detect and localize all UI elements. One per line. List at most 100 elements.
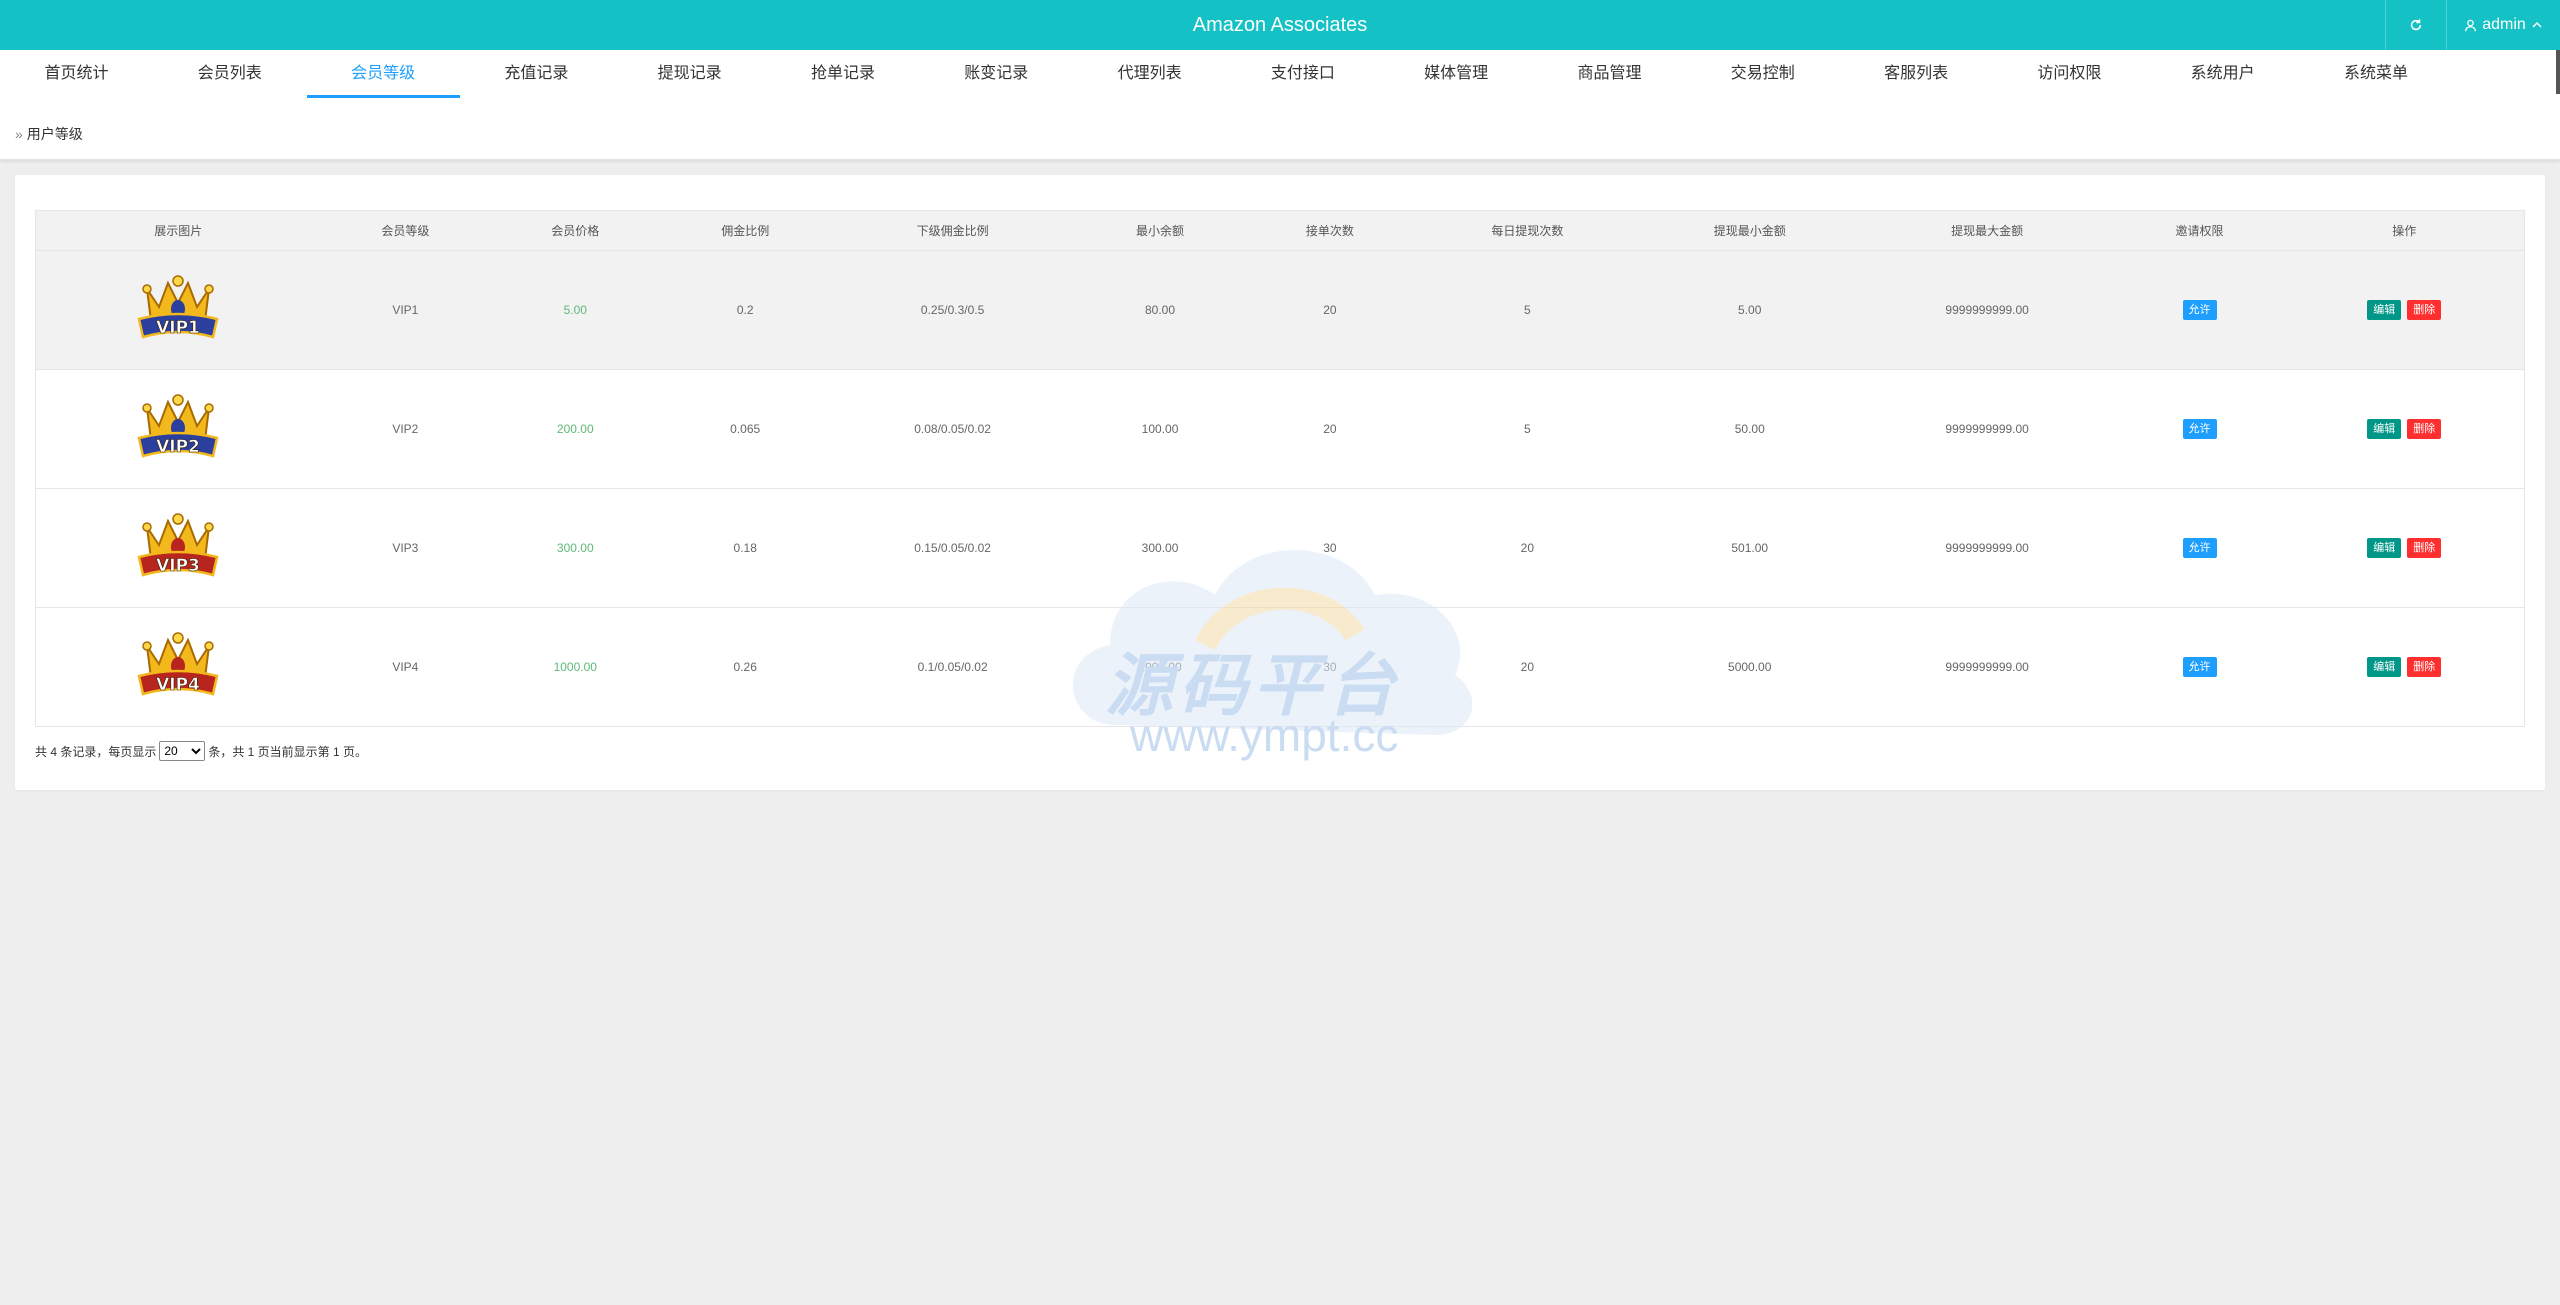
- invite-cell: 允许: [2114, 250, 2285, 370]
- edit-button[interactable]: 编辑: [2367, 657, 2402, 677]
- cell-withdraw-min: 50.00: [1639, 369, 1860, 489]
- vip-crown-badge-icon: VIP2: [133, 393, 223, 471]
- nav-item-6[interactable]: 账变记录: [920, 50, 1073, 98]
- svg-text:VIP3: VIP3: [156, 556, 200, 576]
- cell-min-balance: 100.00: [1075, 369, 1245, 489]
- badge-cell: VIP4: [35, 607, 321, 727]
- pager-suffix: 条，共 1 页当前显示第 1 页。: [208, 744, 368, 759]
- actions-cell: 编辑 删除: [2284, 250, 2525, 370]
- user-menu[interactable]: admin: [2446, 0, 2560, 50]
- refresh-icon: [2410, 19, 2421, 31]
- cell-orders: 30: [1244, 607, 1415, 727]
- column-header: 接单次数: [1244, 210, 1415, 251]
- column-header: 会员价格: [490, 210, 661, 251]
- nav-item-4[interactable]: 提现记录: [613, 50, 766, 98]
- nav-item-0[interactable]: 首页统计: [0, 50, 153, 98]
- column-header: 提现最小金额: [1639, 210, 1860, 251]
- nav-item-7[interactable]: 代理列表: [1073, 50, 1226, 98]
- cell-orders: 20: [1244, 369, 1415, 489]
- column-header: 展示图片: [35, 210, 321, 251]
- vip-crown-badge-icon: VIP4: [133, 631, 223, 709]
- invite-cell: 允许: [2114, 488, 2285, 608]
- nav-item-9[interactable]: 媒体管理: [1380, 50, 1533, 98]
- cell-sub-commission: 0.25/0.3/0.5: [830, 250, 1076, 370]
- nav-item-12[interactable]: 客服列表: [1840, 50, 1993, 98]
- table-row: VIP1 VIP1 5.00 0.2 0.25/0.3/0.5 80.00 20 5 5.00…: [35, 250, 2525, 370]
- nav-item-11[interactable]: 交易控制: [1686, 50, 1839, 98]
- edit-button[interactable]: 编辑: [2367, 419, 2402, 439]
- invite-allow-button[interactable]: 允许: [2182, 657, 2217, 677]
- pagination: 共 4 条记录，每页显示 20 条，共 1 页当前显示第 1 页。: [35, 741, 367, 761]
- cell-withdraw-max: 9999999999.00: [1859, 488, 2115, 608]
- cell-sub-commission: 0.08/0.05/0.02: [830, 369, 1076, 489]
- badge-cell: VIP1: [35, 250, 321, 370]
- page-size-select[interactable]: 20: [159, 741, 206, 761]
- user-name: admin: [2482, 16, 2526, 33]
- nav-item-14[interactable]: 系统用户: [2146, 50, 2299, 98]
- nav-item-8[interactable]: 支付接口: [1226, 50, 1379, 98]
- table-row: VIP3 VIP3 300.00 0.18 0.15/0.05/0.02 300.00 3…: [35, 488, 2525, 608]
- nav-item-13[interactable]: 访问权限: [1993, 50, 2146, 98]
- cell-withdraw-min: 5000.00: [1639, 607, 1860, 727]
- cell-min-balance: 1000.00: [1075, 607, 1245, 727]
- delete-button[interactable]: 删除: [2407, 300, 2442, 320]
- cell-commission: 0.065: [660, 369, 831, 489]
- breadcrumb-label: 用户等级: [26, 126, 83, 142]
- column-header: 每日提现次数: [1414, 210, 1640, 251]
- cell-price: 200.00: [490, 369, 661, 489]
- top-header: Amazon Associates admin: [0, 0, 2560, 50]
- cell-commission: 0.26: [660, 607, 831, 727]
- cell-commission: 0.2: [660, 250, 831, 370]
- cell-price: 1000.00: [490, 607, 661, 727]
- cell-withdraw-min: 5.00: [1639, 250, 1860, 370]
- cell-daily-withdraw: 5: [1414, 250, 1640, 370]
- column-header: 邀请权限: [2114, 210, 2285, 251]
- cell-level: VIP2: [320, 369, 491, 489]
- badge-cell: VIP3: [35, 488, 321, 608]
- cell-level: VIP3: [320, 488, 491, 608]
- breadcrumb: » 用户等级: [0, 98, 2560, 160]
- refresh-button[interactable]: [2385, 0, 2445, 50]
- cell-price: 5.00: [490, 250, 661, 370]
- nav-item-10[interactable]: 商品管理: [1533, 50, 1686, 98]
- invite-cell: 允许: [2114, 369, 2285, 489]
- breadcrumb-arrow-icon: »: [15, 126, 23, 142]
- delete-button[interactable]: 删除: [2407, 538, 2442, 558]
- delete-button[interactable]: 删除: [2407, 419, 2442, 439]
- invite-allow-button[interactable]: 允许: [2182, 538, 2217, 558]
- svg-text:VIP1: VIP1: [156, 318, 200, 338]
- level-table: 展示图片 会员等级 会员价格 佣金比例 下级佣金比例 最小余额 接单次数 每日提现次数 提现最小…: [35, 210, 2525, 727]
- edit-button[interactable]: 编辑: [2367, 300, 2402, 320]
- svg-text:VIP4: VIP4: [156, 675, 200, 695]
- nav-scrollbar[interactable]: [2556, 50, 2560, 94]
- table-row: VIP2 VIP2 200.00 0.065 0.08/0.05/0.02 100.00…: [35, 369, 2525, 489]
- cell-price: 300.00: [490, 488, 661, 608]
- chevron-up-icon: [2532, 21, 2542, 28]
- delete-button[interactable]: 删除: [2407, 657, 2442, 677]
- user-icon: [2465, 19, 2477, 31]
- invite-allow-button[interactable]: 允许: [2182, 300, 2217, 320]
- nav-item-15[interactable]: 系统菜单: [2300, 50, 2453, 98]
- cell-withdraw-max: 9999999999.00: [1859, 250, 2115, 370]
- main-nav: 首页统计 会员列表 会员等级 充值记录 提现记录 抢单记录 账变记录 代理列表 支付接口 媒体管理…: [0, 50, 2560, 98]
- cell-level: VIP1: [320, 250, 491, 370]
- column-header: 最小余额: [1075, 210, 1245, 251]
- table-row: VIP4 VIP4 1000.00 0.26 0.1/0.05/0.02 1000.00…: [35, 607, 2525, 727]
- vip-crown-badge-icon: VIP1: [133, 274, 223, 352]
- cell-withdraw-max: 9999999999.00: [1859, 369, 2115, 489]
- table-header-row: 展示图片 会员等级 会员价格 佣金比例 下级佣金比例 最小余额 接单次数 每日提现次数 提现最小…: [35, 210, 2525, 251]
- edit-button[interactable]: 编辑: [2367, 538, 2402, 558]
- nav-item-5[interactable]: 抢单记录: [767, 50, 920, 98]
- app-title: Amazon Associates: [1192, 14, 1368, 36]
- nav-item-2[interactable]: 会员等级: [306, 50, 460, 98]
- badge-cell: VIP2: [35, 369, 321, 489]
- cell-sub-commission: 0.15/0.05/0.02: [830, 488, 1076, 608]
- nav-item-1[interactable]: 会员列表: [153, 50, 306, 98]
- invite-cell: 允许: [2114, 607, 2285, 727]
- column-header: 佣金比例: [660, 210, 831, 251]
- cell-daily-withdraw: 20: [1414, 607, 1640, 727]
- column-header: 会员等级: [320, 210, 491, 251]
- invite-allow-button[interactable]: 允许: [2182, 419, 2217, 439]
- cell-min-balance: 80.00: [1075, 250, 1245, 370]
- nav-item-3[interactable]: 充值记录: [460, 50, 613, 98]
